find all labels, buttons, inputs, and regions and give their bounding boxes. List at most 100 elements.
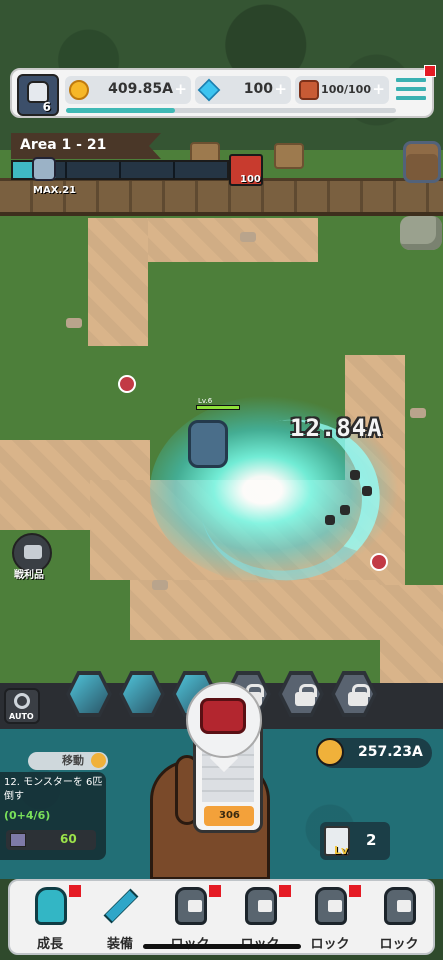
hero-character: [188, 420, 228, 468]
rock: [400, 216, 442, 250]
knight-icon: [35, 887, 67, 925]
top-hud: 6 409.85A + 100 + 100/100 +: [10, 68, 434, 118]
red-gift-icon: [200, 698, 246, 734]
auto-label: AUTO: [9, 712, 34, 721]
notification-badge: [349, 885, 361, 897]
dragon-skill-icon: [70, 675, 108, 713]
nav-item-locked-3[interactable]: ロック: [295, 881, 365, 953]
knight-progress-icon: [32, 157, 56, 181]
nav-label: ロック: [379, 937, 419, 952]
lock-icon: [397, 900, 411, 912]
stone: [66, 318, 82, 328]
combat-power: 257.23A: [316, 738, 432, 768]
stone: [152, 580, 168, 590]
sword-icon: [103, 888, 139, 924]
nav-item-locked-4[interactable]: ロック: [364, 881, 434, 953]
nav-item-equipment[interactable]: 装備: [85, 881, 155, 953]
move-button[interactable]: 移動: [28, 752, 108, 770]
ticket-currency[interactable]: 100/100 +: [295, 76, 389, 104]
debris: [362, 486, 372, 496]
lock-icon: [258, 900, 272, 912]
level-card-count: 2: [366, 831, 377, 849]
gem-icon: [197, 78, 221, 102]
locked-icon: [315, 887, 347, 925]
debris: [325, 515, 335, 525]
item-drop[interactable]: [118, 375, 136, 393]
locked-icon: [245, 887, 277, 925]
wooden-fence: [0, 178, 443, 216]
player-level: 6: [42, 100, 51, 114]
debris: [350, 470, 360, 480]
nav-item-locked-2[interactable]: ロック: [225, 881, 295, 953]
hamburger-line: [396, 78, 426, 82]
add-gem-button[interactable]: +: [274, 80, 287, 98]
area-banner: Area 1 - 21: [11, 133, 161, 159]
loot-label: 戦利品: [14, 570, 44, 581]
nav-label: 成長: [36, 937, 63, 952]
notification-badge: [69, 885, 81, 897]
quest-progress: (0+4/6): [4, 809, 51, 822]
dirt-path: [130, 580, 380, 640]
stone: [410, 408, 426, 418]
summon-price-value: 306: [219, 810, 240, 821]
nav-item-locked-1[interactable]: ロック: [155, 881, 225, 953]
combat-power-value: 257.23A: [358, 744, 423, 760]
level-card-button[interactable]: Lv 2: [320, 822, 390, 860]
player-avatar[interactable]: 6: [17, 74, 59, 116]
max-stage-label: MAX.21: [33, 185, 77, 196]
nav-item-growth[interactable]: 成長: [15, 881, 85, 953]
notification-badge: [209, 885, 221, 897]
menu-notification-badge: [424, 65, 436, 77]
add-ticket-button[interactable]: +: [372, 80, 385, 98]
gem-amount: 100: [243, 81, 273, 97]
lock-icon: [348, 684, 370, 706]
locked-icon: [175, 887, 207, 925]
stage-segment: [65, 162, 67, 178]
quest-panel[interactable]: 12. モンスターを 6匹倒す (0+4/6) 60: [0, 772, 106, 860]
hamburger-line: [396, 87, 426, 91]
ticket-reward-icon: [10, 833, 26, 847]
add-gold-button[interactable]: +: [174, 80, 187, 98]
xp-bar: [66, 108, 396, 113]
item-drop[interactable]: [370, 553, 388, 571]
area-label: Area 1 - 21: [20, 137, 107, 153]
damage-number: 12.84A: [290, 414, 383, 442]
debris: [340, 505, 350, 515]
home-indicator: [143, 944, 301, 949]
stage-segment: [173, 162, 175, 178]
chest-icon: [24, 545, 42, 559]
summon-price[interactable]: 306: [204, 806, 254, 826]
arrow-icon: [91, 753, 106, 768]
lock-icon: [295, 684, 317, 706]
xp-bar-fill: [66, 108, 175, 113]
ticket-amount: 100/100: [321, 83, 371, 96]
boss-count: 100: [240, 174, 261, 185]
menu-button[interactable]: [396, 78, 426, 106]
scroll-ticket-icon: [299, 80, 319, 100]
quest-title: 12. モンスターを 6匹倒す: [4, 777, 103, 802]
nav-label: 装備: [106, 937, 133, 952]
gold-currency[interactable]: 409.85A +: [65, 76, 191, 104]
nav-label: ロック: [155, 933, 225, 952]
lock-icon: [328, 900, 342, 912]
gem-currency[interactable]: 100 +: [195, 76, 291, 104]
hero-hp-bar: [196, 405, 240, 410]
hero-level: Lv.6: [198, 397, 213, 405]
stone: [240, 232, 256, 242]
hamburger-line: [396, 96, 426, 100]
lock-icon: [188, 900, 202, 912]
stage-segment: [119, 162, 121, 178]
gold-coin-icon: [69, 80, 89, 100]
locked-icon: [384, 887, 416, 925]
auto-cycle-icon: [14, 693, 30, 709]
crossed-swords-icon: [316, 738, 344, 766]
slash-skill-icon: [123, 675, 161, 713]
crate: [274, 143, 304, 169]
auto-button[interactable]: AUTO: [4, 688, 40, 724]
quest-reward: 60: [6, 830, 96, 850]
dirt-path: [380, 585, 443, 685]
quest-reward-amount: 60: [60, 832, 77, 846]
gold-amount: 409.85A: [108, 81, 173, 97]
nav-label: ロック: [310, 937, 350, 952]
notification-badge: [279, 885, 291, 897]
